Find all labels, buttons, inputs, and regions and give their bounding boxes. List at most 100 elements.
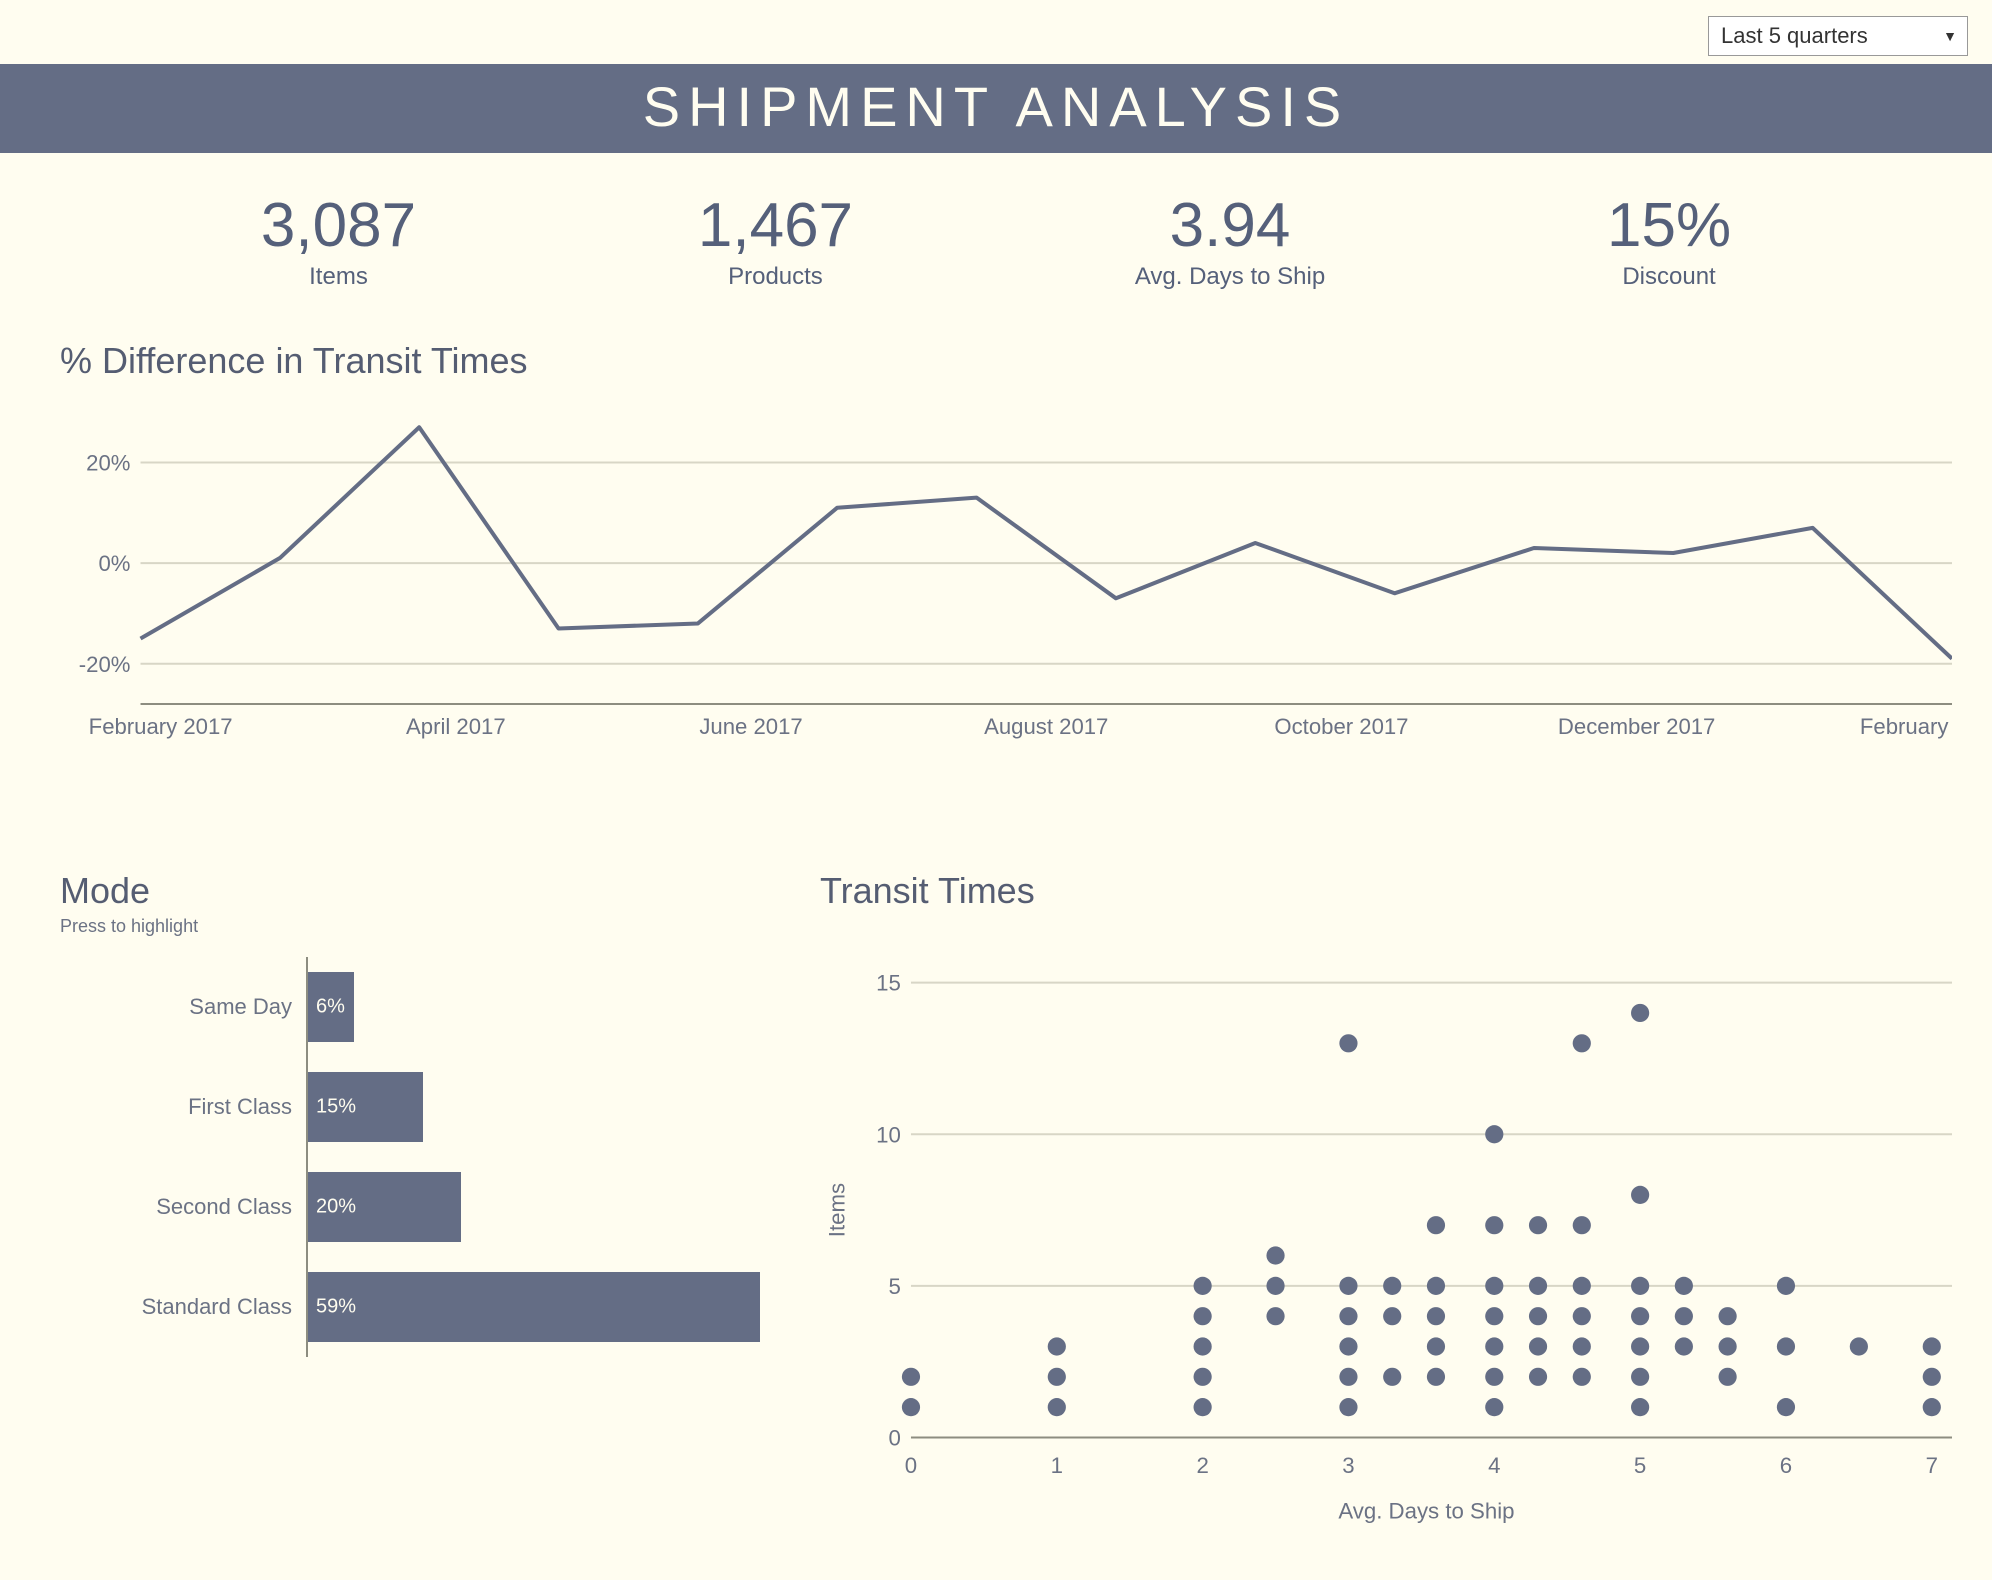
svg-text:5: 5	[889, 1274, 901, 1299]
scatter-dot[interactable]	[1339, 1337, 1357, 1355]
scatter-dot[interactable]	[1194, 1337, 1212, 1355]
scatter-dot[interactable]	[1923, 1368, 1941, 1386]
scatter-dot[interactable]	[1194, 1398, 1212, 1416]
scatter-dot[interactable]	[1631, 1368, 1649, 1386]
scatter-xtick: 0	[905, 1453, 917, 1478]
scatter-dot[interactable]	[1675, 1337, 1693, 1355]
time-filter-dropdown[interactable]: Last 5 quarters ▼	[1708, 16, 1968, 56]
scatter-dot[interactable]	[1485, 1125, 1503, 1143]
scatter-chart-transit-times[interactable]: Transit Times 15 10 5 0 Items 01234567 A…	[820, 870, 1952, 1560]
scatter-dot[interactable]	[1339, 1034, 1357, 1052]
scatter-dot[interactable]	[1923, 1337, 1941, 1355]
line-xtick: April 2017	[406, 714, 506, 739]
scatter-dot[interactable]	[1485, 1216, 1503, 1234]
scatter-dot[interactable]	[1719, 1337, 1737, 1355]
kpi-row: 3,087 Items 1,467 Products 3.94 Avg. Day…	[0, 170, 1992, 311]
scatter-dot[interactable]	[1266, 1277, 1284, 1295]
mode-bar-row[interactable]: Same Day6%	[308, 957, 760, 1057]
scatter-dot[interactable]	[1777, 1337, 1795, 1355]
scatter-dot[interactable]	[1485, 1398, 1503, 1416]
scatter-dot[interactable]	[1339, 1277, 1357, 1295]
scatter-dot[interactable]	[1719, 1307, 1737, 1325]
scatter-dot[interactable]	[1339, 1398, 1357, 1416]
scatter-dot[interactable]	[1850, 1337, 1868, 1355]
scatter-dot[interactable]	[1777, 1398, 1795, 1416]
scatter-title: Transit Times	[820, 870, 1952, 912]
scatter-dot[interactable]	[1631, 1337, 1649, 1355]
kpi-items-value: 3,087	[261, 190, 416, 261]
scatter-dot[interactable]	[1194, 1307, 1212, 1325]
svg-text:Items: Items	[824, 1183, 849, 1237]
scatter-dot[interactable]	[1427, 1368, 1445, 1386]
scatter-dot[interactable]	[1427, 1216, 1445, 1234]
mode-category-label: First Class	[62, 1094, 302, 1120]
scatter-dot[interactable]	[1529, 1368, 1547, 1386]
scatter-dot[interactable]	[1427, 1307, 1445, 1325]
scatter-dot[interactable]	[1631, 1277, 1649, 1295]
scatter-dot[interactable]	[1573, 1307, 1591, 1325]
kpi-products-value: 1,467	[698, 190, 853, 261]
scatter-dot[interactable]	[1383, 1307, 1401, 1325]
scatter-dot[interactable]	[1427, 1277, 1445, 1295]
line-xtick: February 2018	[1860, 714, 1952, 739]
scatter-dot[interactable]	[1339, 1368, 1357, 1386]
mode-bar[interactable]: 20%	[308, 1172, 461, 1242]
scatter-dot[interactable]	[1266, 1307, 1284, 1325]
scatter-dot[interactable]	[1266, 1246, 1284, 1264]
scatter-dot[interactable]	[1675, 1277, 1693, 1295]
scatter-dot[interactable]	[1048, 1368, 1066, 1386]
scatter-dot[interactable]	[1485, 1307, 1503, 1325]
scatter-dot[interactable]	[1383, 1277, 1401, 1295]
kpi-discount: 15% Discount	[1607, 190, 1731, 291]
scatter-dot[interactable]	[1048, 1337, 1066, 1355]
line-chart-transit-diff[interactable]: % Difference in Transit Times 20% 0% -20…	[60, 340, 1952, 780]
scatter-dot[interactable]	[1485, 1368, 1503, 1386]
scatter-dot[interactable]	[1194, 1277, 1212, 1295]
scatter-dot[interactable]	[1529, 1307, 1547, 1325]
scatter-dot[interactable]	[1427, 1337, 1445, 1355]
scatter-dot[interactable]	[1719, 1368, 1737, 1386]
scatter-dot[interactable]	[1573, 1034, 1591, 1052]
scatter-dot[interactable]	[1383, 1368, 1401, 1386]
scatter-dot[interactable]	[1529, 1216, 1547, 1234]
mode-bar-row[interactable]: Second Class20%	[308, 1157, 760, 1257]
scatter-dot[interactable]	[1194, 1368, 1212, 1386]
scatter-dot[interactable]	[1675, 1307, 1693, 1325]
scatter-dot[interactable]	[1923, 1398, 1941, 1416]
page-title: SHIPMENT ANALYSIS	[643, 75, 1350, 138]
scatter-dot[interactable]	[1573, 1216, 1591, 1234]
scatter-dot[interactable]	[1529, 1277, 1547, 1295]
scatter-dot[interactable]	[902, 1398, 920, 1416]
chevron-down-icon: ▼	[1943, 28, 1957, 44]
mode-category-label: Second Class	[62, 1194, 302, 1220]
mode-bar[interactable]: 15%	[308, 1072, 423, 1142]
scatter-dot[interactable]	[1339, 1307, 1357, 1325]
scatter-dot[interactable]	[1573, 1368, 1591, 1386]
scatter-dot[interactable]	[1631, 1307, 1649, 1325]
scatter-dot[interactable]	[1573, 1337, 1591, 1355]
scatter-dot[interactable]	[902, 1368, 920, 1386]
scatter-dot[interactable]	[1631, 1186, 1649, 1204]
mode-title: Mode	[60, 870, 760, 912]
bar-chart-mode[interactable]: Mode Press to highlight Same Day6%First …	[60, 870, 760, 1560]
mode-bar[interactable]: 6%	[308, 972, 354, 1042]
scatter-dot[interactable]	[1048, 1398, 1066, 1416]
mode-bar-value: 59%	[316, 1296, 356, 1319]
scatter-dot[interactable]	[1485, 1337, 1503, 1355]
scatter-dot[interactable]	[1631, 1004, 1649, 1022]
svg-text:15: 15	[876, 971, 901, 996]
scatter-dot[interactable]	[1631, 1398, 1649, 1416]
svg-text:0: 0	[889, 1426, 901, 1451]
scatter-dot[interactable]	[1573, 1277, 1591, 1295]
scatter-dot[interactable]	[1777, 1277, 1795, 1295]
mode-category-label: Same Day	[62, 994, 302, 1020]
mode-subtitle: Press to highlight	[60, 916, 760, 937]
mode-bar-row[interactable]: First Class15%	[308, 1057, 760, 1157]
scatter-dot[interactable]	[1485, 1277, 1503, 1295]
page-title-bar: SHIPMENT ANALYSIS	[0, 64, 1992, 153]
mode-bar-row[interactable]: Standard Class59%	[308, 1257, 760, 1357]
mode-bar[interactable]: 59%	[308, 1272, 760, 1342]
scatter-xtick: 6	[1780, 1453, 1792, 1478]
scatter-dot[interactable]	[1529, 1337, 1547, 1355]
kpi-avg-days: 3.94 Avg. Days to Ship	[1135, 190, 1325, 291]
